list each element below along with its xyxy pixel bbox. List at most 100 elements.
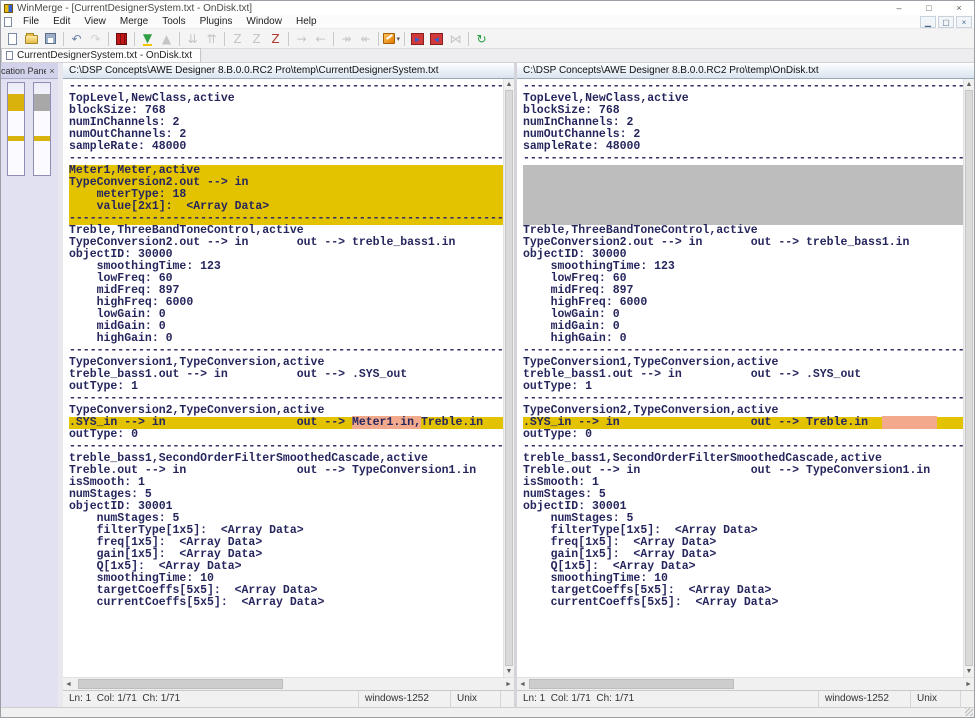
status-blank-cell [960,691,974,707]
right-pane-header[interactable]: C:\DSP Concepts\AWE Designer 8.B.0.0.RC2… [517,63,974,79]
open-button[interactable] [22,30,41,47]
merge-mode-button[interactable]: Z [247,30,266,47]
menu-tools[interactable]: Tools [155,15,192,29]
options-filter-button[interactable]: ▾ [382,30,401,47]
menu-view[interactable]: View [77,15,113,29]
file-merge-report-button[interactable]: ⋈ [446,30,465,47]
missing-line [523,165,963,177]
options-filter-icon [383,33,395,44]
menu-help[interactable]: Help [289,15,324,29]
main-area: Location Pane × C:\DSP Concepts\AWE Desi… [1,63,974,707]
cursor-position: Ln: 1 Col: 1/71 Ch: 1/71 [517,691,818,707]
diff-marker-1-left[interactable] [8,94,24,111]
mdi-restore-button[interactable]: ▢ [938,16,954,28]
file-merge-report-icon: ⋈ [450,33,462,45]
undo-button[interactable]: ↶ [67,30,86,47]
menu-items-container: FileEditViewMergeToolsPluginsWindowHelp [16,15,324,29]
left-code-editor[interactable]: ----------------------------------------… [63,79,503,677]
missing-line [523,189,963,201]
menu-merge[interactable]: Merge [113,15,155,29]
left-pane-header[interactable]: C:\DSP Concepts\AWE Designer 8.B.0.0.RC2… [63,63,514,79]
toolbar-separator [179,32,180,46]
scroll-thumb[interactable] [78,679,283,689]
diff-marker-2-right[interactable] [34,136,50,141]
scroll-thumb[interactable] [965,90,973,666]
menu-file[interactable]: File [16,15,46,29]
scroll-left-icon[interactable]: ◄ [517,681,528,688]
scroll-up-icon[interactable]: ▲ [504,79,514,90]
scroll-track[interactable] [504,90,514,666]
encoding-indicator[interactable]: windows-1252 [818,691,910,707]
copy-right-and-advance-button[interactable]: ↠ [337,30,356,47]
new-button[interactable] [3,30,22,47]
diff-marker-2-left[interactable] [8,136,24,141]
scroll-left-icon[interactable]: ◄ [63,681,74,688]
location-pane-title: Location Pane [1,66,46,76]
document-icon[interactable] [4,17,12,27]
copy-all-left-button[interactable] [427,30,446,47]
location-pane-close-icon[interactable]: × [46,66,58,76]
previous-conflict-button[interactable]: ⇈ [202,30,221,47]
redo-button[interactable]: ↷ [86,30,105,47]
right-vertical-scrollbar[interactable]: ▲ ▼ [963,79,974,677]
mdi-minimize-button[interactable]: ▁ [920,16,936,28]
resize-grip[interactable] [965,708,973,716]
word-diff-highlight: Meter1.in, [352,416,421,429]
toolbar-separator [378,32,379,46]
options-filter-dropdown-caret-icon[interactable]: ▾ [396,35,400,43]
next-conflict-button[interactable]: ⇊ [183,30,202,47]
location-map-left-file[interactable] [7,82,25,176]
copy-all-left-icon [430,33,443,45]
scroll-thumb[interactable] [529,679,734,689]
refresh-button[interactable]: ↻ [472,30,491,47]
encoding-indicator[interactable]: windows-1252 [358,691,450,707]
scroll-right-icon[interactable]: ► [503,681,514,688]
right-code-editor[interactable]: ----------------------------------------… [517,79,963,677]
tab-label: CurrentDesignerSystem.txt - OnDisk.txt [17,50,192,61]
menu-edit[interactable]: Edit [46,15,77,29]
copy-right-button[interactable]: → [292,30,311,47]
previous-conflict-icon: ⇈ [206,33,216,45]
scroll-thumb[interactable] [505,90,513,666]
tab-comparison[interactable]: CurrentDesignerSystem.txt - OnDisk.txt [1,48,201,62]
menu-window[interactable]: Window [239,15,289,29]
left-vertical-scrollbar[interactable]: ▲ ▼ [503,79,514,677]
compare-selection-button[interactable]: Z [266,30,285,47]
previous-difference-icon: ▲ [162,33,171,45]
copy-left-button[interactable]: ← [311,30,330,47]
auto-merge-button[interactable]: Z [228,30,247,47]
copy-right-and-advance-icon: ↠ [341,33,351,45]
maximize-button[interactable]: □ [914,1,944,15]
eol-indicator[interactable]: Unix [910,691,960,707]
copy-all-right-button[interactable] [408,30,427,47]
auto-merge-icon: Z [233,33,241,45]
previous-difference-button[interactable]: ▲ [157,30,176,47]
scroll-down-icon[interactable]: ▼ [964,666,974,677]
main-status-bar [1,707,974,717]
close-button[interactable]: × [944,1,974,15]
scroll-track[interactable] [964,90,974,666]
copy-right-icon: → [296,33,306,45]
next-difference-button[interactable]: ▼ [138,30,157,47]
save-button[interactable] [41,30,60,47]
copy-all-right-icon [411,33,424,45]
scroll-down-icon[interactable]: ▼ [504,666,514,677]
select-files-or-folders-button[interactable] [112,30,131,47]
missing-block-marker-right[interactable] [34,94,50,111]
status-blank-cell [500,691,514,707]
location-pane-body[interactable] [1,79,58,707]
scroll-track[interactable] [528,678,963,690]
location-map-right-file[interactable] [33,82,51,176]
mdi-close-button[interactable]: × [956,16,972,28]
scroll-track[interactable] [74,678,503,690]
right-horizontal-scrollbar[interactable]: ◄ ► [517,677,974,690]
title-bar: WinMerge - [CurrentDesignerSystem.txt - … [1,1,974,15]
scroll-up-icon[interactable]: ▲ [964,79,974,90]
cursor-position: Ln: 1 Col: 1/71 Ch: 1/71 [63,691,358,707]
scroll-right-icon[interactable]: ► [963,681,974,688]
menu-plugins[interactable]: Plugins [193,15,240,29]
copy-left-and-advance-button[interactable]: ↞ [356,30,375,47]
eol-indicator[interactable]: Unix [450,691,500,707]
left-horizontal-scrollbar[interactable]: ◄ ► [63,677,514,690]
minimize-button[interactable]: – [884,1,914,15]
